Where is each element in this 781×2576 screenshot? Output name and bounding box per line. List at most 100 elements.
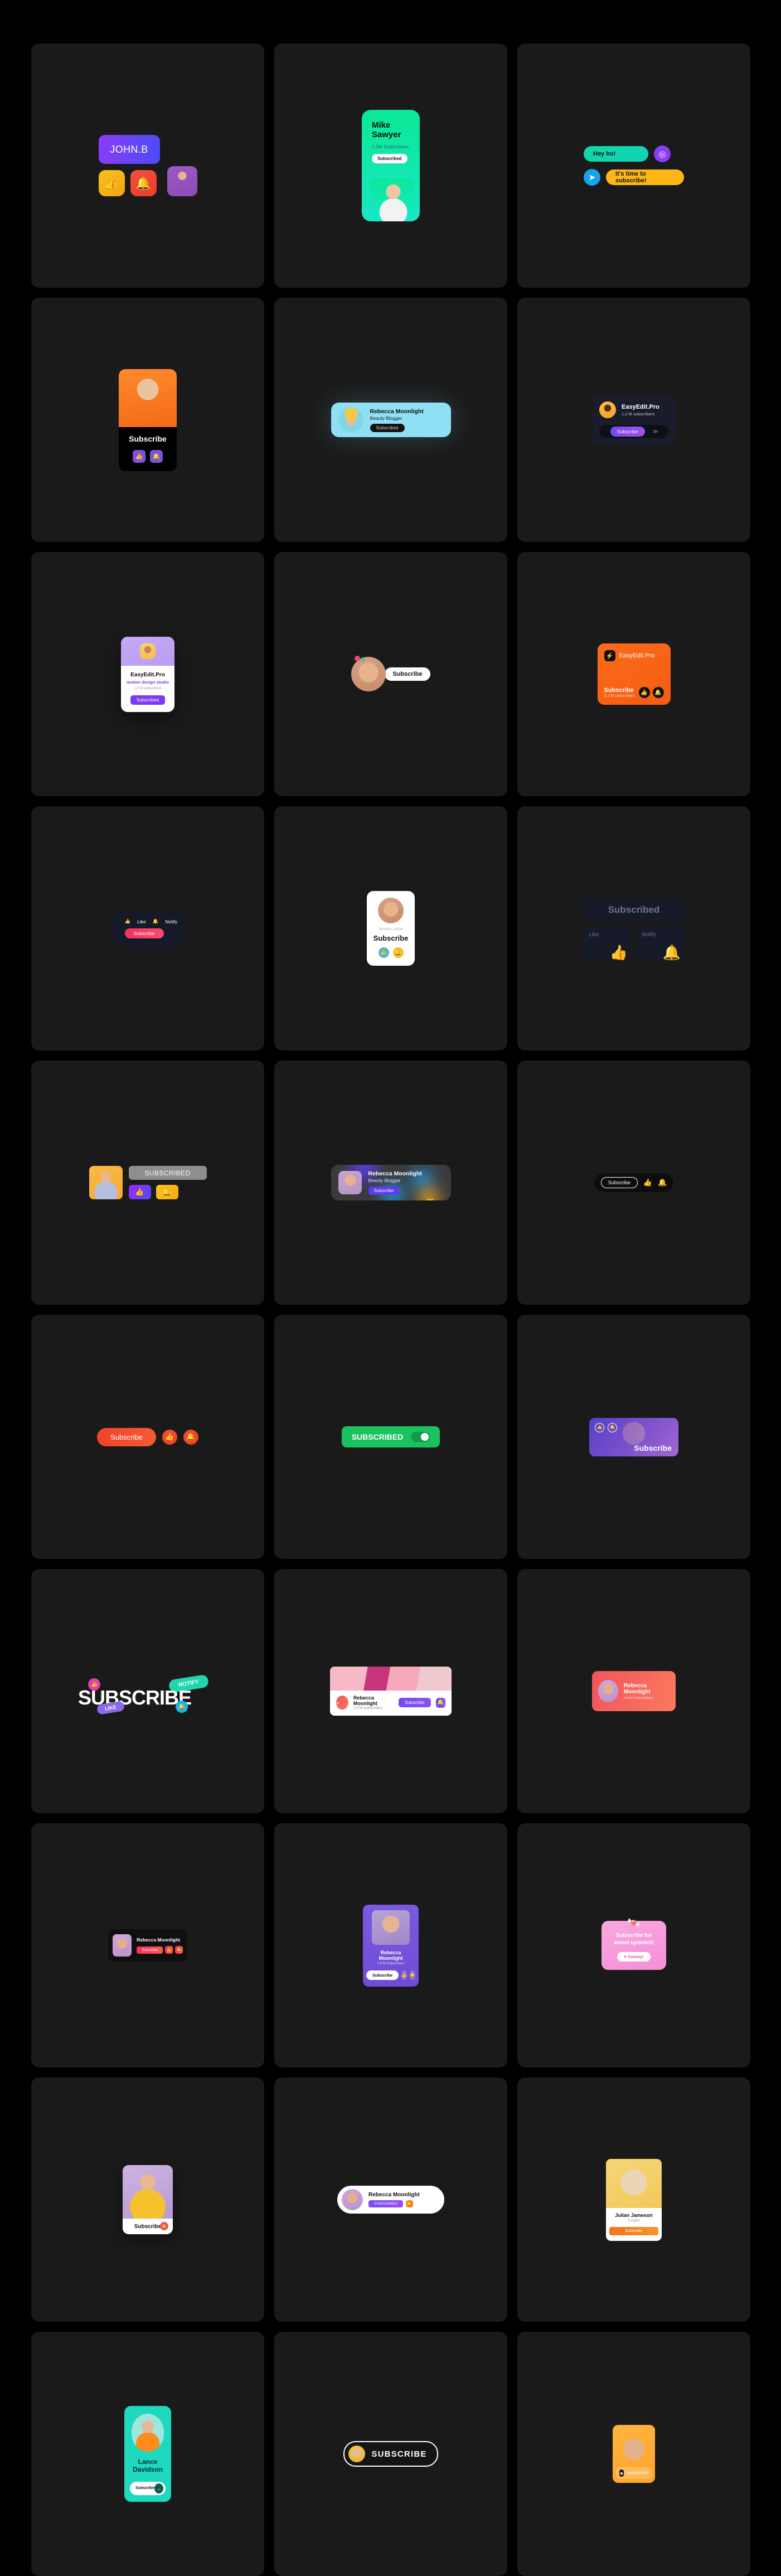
notify-label: Notify — [165, 919, 177, 924]
toggle-switch[interactable] — [411, 1432, 430, 1442]
bell-icon[interactable]: 🔔 — [160, 2222, 168, 2230]
instagram-icon[interactable]: ◎ — [654, 146, 671, 162]
subscribed-button[interactable]: SUBSCRIBED — [129, 1166, 207, 1180]
bell-icon[interactable]: 🔔 — [175, 1946, 183, 1954]
card-jessica-layne[interactable]: Jessica Layne Subscribe 👍 🔔 — [274, 806, 507, 1050]
card-rebecca-white-pill[interactable]: Rebecca Moonlight SUBSCRIBES 🔔 — [274, 2078, 507, 2322]
subscribe-button[interactable]: Subscribe — [399, 1698, 431, 1707]
thumbs-up-icon[interactable]: 👍 — [125, 918, 131, 924]
subscribe-button[interactable]: Subscribe — [610, 427, 645, 437]
card-subscribe-outline[interactable]: SUBSCRIBE — [274, 2332, 507, 2576]
card-red-subscribe[interactable]: Subscribe 👍 🔔 — [31, 1315, 264, 1559]
subscribe-label[interactable]: Subscribe — [119, 434, 177, 443]
card-orange-subscribe[interactable]: Subscribe 👍 🔔 — [31, 298, 264, 542]
channel-name: Rebecca Moonlight — [353, 1695, 394, 1706]
thumbs-up-icon[interactable]: 👍 — [379, 947, 389, 958]
card-easyedit-white[interactable]: EasyEdit.Pro motion design studio 1.2 M … — [31, 552, 264, 796]
handle-label: easyedit.pro — [627, 2471, 648, 2475]
card-subscribed-grey[interactable]: SUBSCRIBED 👍 🔔 — [31, 1061, 264, 1305]
bell-icon[interactable]: 🔔 — [393, 947, 404, 958]
subscribe-button[interactable]: Subscribe — [137, 1946, 163, 1954]
bell-icon[interactable]: 🔔 — [658, 1178, 667, 1187]
bell-icon[interactable]: 🔔 — [436, 1698, 445, 1708]
subscriber-count: 2.8 M Subscribers — [368, 1962, 413, 1965]
card-yellow-girl[interactable]: Subscribe 🔔 — [31, 2078, 264, 2322]
card-easyedit-dark[interactable]: EasyEdit.Pro 1.2 M subscribers Subscribe… — [517, 298, 750, 542]
bell-icon[interactable]: 🔔 — [150, 450, 163, 463]
card-sweet-updates[interactable]: 🍬 Subscribe for sweet updates! ♥ Yummy! — [517, 1823, 750, 2067]
bell-icon[interactable]: 🔔 — [608, 1423, 617, 1432]
chevron-right-icon[interactable]: ≫ — [653, 429, 657, 435]
subscribe-button[interactable]: Subscribe → — [130, 2482, 166, 2495]
card-subscribed-toggle[interactable]: SUBSCRIBED — [274, 1315, 507, 1559]
subscribe-button[interactable]: Subscribe — [125, 928, 164, 938]
subscribe-label[interactable]: SUBSCRIBE — [371, 2449, 426, 2459]
yummy-button[interactable]: ♥ Yummy! — [617, 1952, 651, 1962]
channel-name: Rebecca Moonlight — [370, 408, 424, 415]
channel-name: Julian Jameson — [609, 2212, 658, 2218]
card-purple-banner[interactable]: 👍 🔔 Subscribe — [517, 1315, 750, 1559]
subscribe-button[interactable]: SUBSCRIBES — [368, 2200, 403, 2207]
cover-photo — [89, 1166, 123, 1199]
telegram-icon[interactable]: ➤ — [584, 169, 600, 186]
thumbs-up-icon[interactable]: 👍 — [99, 170, 125, 196]
channel-name: Rebecca Moonlight — [368, 1950, 413, 1961]
card-rebecca-blue[interactable]: Rebecca Moonlight Beauty Blogger Subscri… — [274, 298, 507, 542]
bell-icon[interactable]: 🔔 — [153, 918, 159, 924]
card-easyedit-handle[interactable]: ◉ easyedit.pro — [517, 2332, 750, 2576]
card-subscribe-typo[interactable]: 👍 NOTIFY SUBSCRIBE LIKE 🔔 — [31, 1569, 264, 1813]
card-john-b[interactable]: JOHN.B 👍 🔔 — [31, 43, 264, 288]
subscribe-button[interactable]: Subscribe — [97, 1428, 156, 1446]
subscribe-button[interactable]: Subscribe — [366, 1970, 399, 1980]
card-pill-subscribe[interactable]: Subscribe 👍 🔔 — [517, 1061, 750, 1305]
bell-icon[interactable]: 🔔 — [653, 687, 664, 698]
cover-photo — [119, 369, 177, 427]
thumbs-up-icon[interactable]: 👍 — [595, 1423, 604, 1432]
subscribe-label[interactable]: Subscribe — [604, 687, 635, 694]
thumbs-up-icon[interactable]: 👍 — [643, 1178, 652, 1187]
subscribe-button[interactable]: Subscribe — [601, 1177, 638, 1188]
thumbs-up-icon[interactable]: 👍 — [162, 1430, 177, 1445]
cover-photo — [123, 2165, 173, 2219]
subscribed-button[interactable]: Subscribed — [584, 898, 684, 922]
bell-icon[interactable]: 🔔 — [183, 1430, 198, 1445]
card-julian-jameson[interactable]: Julian Jameson Sculptor Subscribe — [517, 2078, 750, 2322]
card-mike-sawyer[interactable]: Mike Sawyer 1.2M Subscribers Subscribed — [274, 43, 507, 288]
card-cactus-banner[interactable]: Rebecca Moonlight 2.8 M Subscribers Subs… — [274, 1569, 507, 1813]
subscriber-count: 2.8 M Subscribers — [624, 1696, 670, 1700]
thumbs-up-icon[interactable]: 👍 — [401, 1970, 407, 1980]
subscribe-cta[interactable]: It's time to subscribe! — [606, 170, 684, 185]
subscribe-button[interactable]: Subscribe — [368, 1187, 400, 1195]
card-rebecca-red[interactable]: Rebecca Moonlight 2.8 M Subscribers — [517, 1569, 750, 1813]
subscribed-button[interactable]: Subscribed — [372, 154, 408, 163]
bell-icon[interactable]: 🔔 — [156, 1185, 178, 1199]
card-like-notify-dark[interactable]: 👍 Like 🔔 Notify Subscribe — [31, 806, 264, 1050]
channel-name: EasyEdit.Pro — [619, 652, 655, 659]
card-hey-ho[interactable]: Hey ho! ◎ ➤ It's time to subscribe! — [517, 43, 750, 288]
notify-tile[interactable]: Notify 🔔 — [637, 928, 684, 959]
subscribed-button[interactable]: Subscribed — [370, 424, 405, 432]
like-tile[interactable]: Like 👍 — [584, 928, 631, 959]
bell-icon[interactable]: 🔔 — [410, 1970, 415, 1980]
channel-name: Jessica Layne — [372, 927, 409, 931]
card-subscribed-tiles[interactable]: Subscribed Like 👍 Notify 🔔 — [517, 806, 750, 1050]
thumbs-up-icon[interactable]: 👍 — [133, 450, 145, 463]
card-rebecca-purple-mask[interactable]: Rebecca Moonlight 2.8 M Subscribers Subs… — [274, 1823, 507, 2067]
thumbs-up-icon[interactable]: 👍 — [165, 1946, 173, 1954]
subscribe-label[interactable]: Subscribe — [372, 934, 409, 942]
bell-icon[interactable]: 🔔 — [406, 2200, 413, 2207]
camera-icon: ◉ — [619, 2470, 624, 2477]
card-rebecca-small-dark[interactable]: Rebecca Moonlight Subscribe 👍 🔔 — [31, 1823, 264, 2067]
bell-icon[interactable]: 🔔 — [130, 170, 157, 196]
card-easyedit-orange[interactable]: ⚡ EasyEdit.Pro Subscribe 1.2 M subscribe… — [517, 552, 750, 796]
card-lance-davidson[interactable]: Lance Davidson Subscribe → — [31, 2332, 264, 2576]
thumbs-up-icon[interactable]: 👍 — [639, 687, 650, 698]
subscribed-button[interactable]: Subscribed — [130, 695, 165, 705]
subscribe-button[interactable]: Subscribe — [385, 667, 430, 681]
subscribe-button[interactable]: Subscribe — [609, 2227, 658, 2235]
thumbs-up-icon[interactable]: 👍 — [129, 1185, 151, 1199]
subscribe-label[interactable]: Subscribe — [634, 1444, 672, 1452]
card-circle-subscribe[interactable]: Subscribe — [274, 552, 507, 796]
card-rebecca-glass[interactable]: Rebecca Moonlight Beauty Blogger Subscri… — [274, 1061, 507, 1305]
dot-accent-icon — [355, 656, 360, 661]
